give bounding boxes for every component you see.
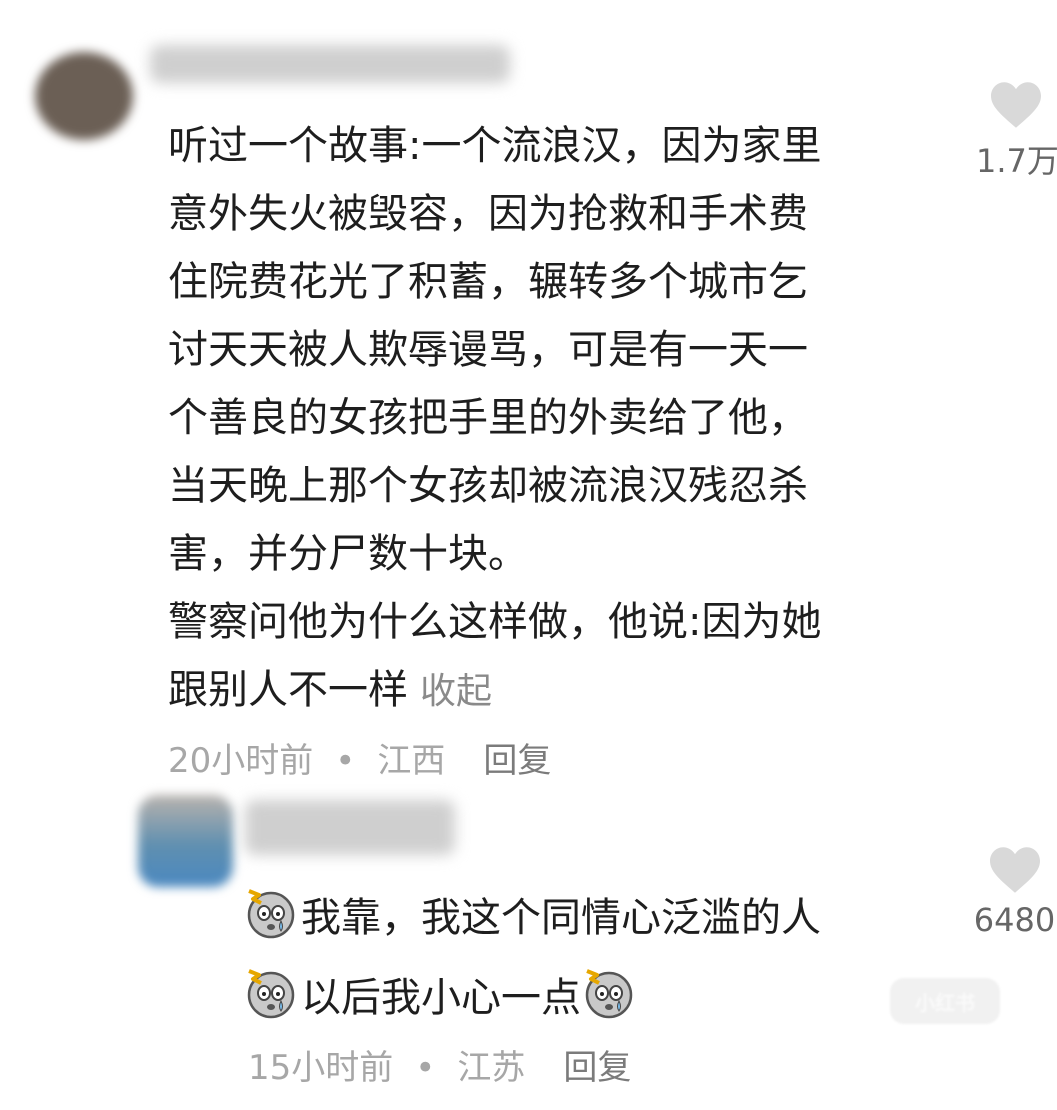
scared-sweat-emoji-icon — [243, 885, 299, 941]
like-count: 1.7万 — [976, 142, 1057, 180]
reply-button[interactable]: 回复 — [563, 1048, 631, 1088]
reply-line-text: 以后我小心一点 — [301, 975, 581, 1021]
reply-line: 以后我小心一点 — [243, 958, 943, 1038]
comment-line: 害，并分尸数十块。 — [168, 531, 528, 577]
comment-line: 跟别人不一样 — [168, 667, 408, 713]
watermark-logo: 小红书 — [890, 978, 1000, 1024]
scared-sweat-emoji-icon — [243, 965, 299, 1021]
heart-icon[interactable] — [988, 80, 1044, 130]
collapse-button[interactable]: 收起 — [420, 671, 492, 712]
reply-button[interactable]: 回复 — [483, 741, 551, 781]
comment-meta: 20小时前 • 江西 回复 — [168, 733, 551, 782]
reply-line-text: 我靠，我这个同情心泛滥的人 — [301, 895, 821, 941]
comment-line: 讨天天被人欺辱谩骂，可是有一天一 — [168, 327, 808, 373]
heart-icon[interactable] — [987, 845, 1043, 895]
reply-line: 我靠，我这个同情心泛滥的人 — [243, 878, 943, 958]
comment-line: 当天晚上那个女孩却被流浪汉残忍杀 — [168, 463, 808, 509]
avatar[interactable] — [35, 52, 133, 140]
avatar[interactable] — [138, 795, 233, 887]
comment-line: 住院费花光了积蓄，辗转多个城市乞 — [168, 259, 808, 305]
like-count: 6480 — [973, 901, 1056, 939]
comment-line: 警察问他为什么这样做，他说:因为她 — [168, 599, 822, 645]
comment-line-last: 跟别人不一样 收起 — [168, 656, 948, 726]
like-button[interactable]: 1.7万 — [976, 80, 1057, 182]
separator-dot: • — [415, 1048, 436, 1088]
comment-meta: 15小时前 • 江苏 回复 — [248, 1040, 631, 1089]
comment-text: 听过一个故事:一个流浪汉，因为家里 意外失火被毁容，因为抢救和手术费 住院费花光… — [168, 112, 948, 726]
reply-text: 我靠，我这个同情心泛滥的人 以后我小心一点 — [243, 878, 943, 1038]
comment-time: 20小时前 — [168, 741, 314, 781]
like-button[interactable]: 6480 — [972, 845, 1057, 939]
username[interactable] — [245, 800, 455, 855]
scared-sweat-emoji-icon — [581, 965, 637, 1021]
comment-location: 江苏 — [457, 1048, 526, 1088]
comment-line: 听过一个故事:一个流浪汉，因为家里 — [168, 123, 822, 169]
separator-dot: • — [335, 741, 356, 781]
comment-line: 意外失火被毁容，因为抢救和手术费 — [168, 191, 808, 237]
username[interactable] — [150, 45, 510, 83]
comment-time: 15小时前 — [248, 1048, 394, 1088]
comment-line: 个善良的女孩把手里的外卖给了他， — [168, 395, 808, 441]
comment-location: 江西 — [377, 741, 446, 781]
